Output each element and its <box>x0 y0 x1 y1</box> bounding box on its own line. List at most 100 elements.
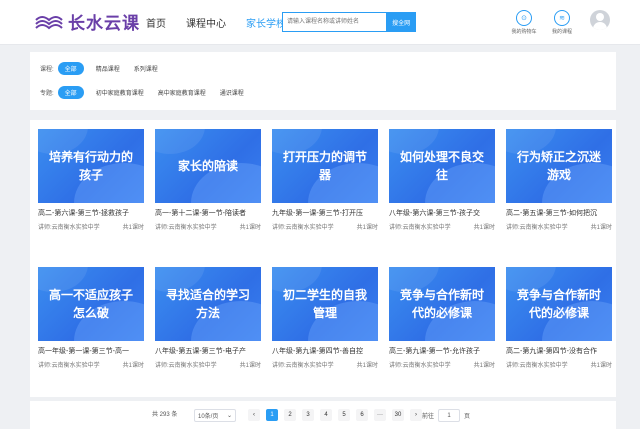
course-card[interactable]: 高一不适应孩子怎么破 高一年级-第一课-第三节-高一 讲师:云南衡水实验中学 共1… <box>38 267 144 369</box>
course-filter-premium[interactable]: 精品课程 <box>96 64 120 73</box>
course-hours: 共1课时 <box>122 363 144 369</box>
course-filter-all[interactable]: 全部 <box>57 62 84 75</box>
course-hours: 共1课时 <box>473 225 495 231</box>
course-card[interactable]: 如何处理不良交往 八年级-第六课-第三节-孩子交 讲师:云南衡水实验中学 共1课时 <box>389 129 495 231</box>
course-teacher: 讲师:云南衡水实验中学 <box>155 363 217 369</box>
cart-label: 我的购物车 <box>511 29 537 35</box>
course-card[interactable]: 初二学生的自我管理 八年级-第九课-第四节-善自控 讲师:云南衡水实验中学 共1课… <box>272 267 378 369</box>
page-size-value: 10条/页 <box>198 414 219 420</box>
goto-page: 前往 1 页 <box>422 409 470 422</box>
course-thumbnail: 如何处理不良交往 <box>389 129 495 203</box>
course-teacher: 讲师:云南衡水实验中学 <box>389 225 451 231</box>
course-card[interactable]: 竞争与合作新时代的必修课 高二-第九课-第四节-没有合作 讲师:云南衡水实验中学… <box>506 267 612 369</box>
course-hours: 共1课时 <box>356 363 378 369</box>
page-button-1[interactable]: 1 <box>266 409 278 421</box>
course-teacher: 讲师:云南衡水实验中学 <box>506 363 568 369</box>
course-thumbnail: 竞争与合作新时代的必修课 <box>389 267 495 341</box>
course-name: 高二-第五课-第三节-如何把沉 <box>506 210 597 217</box>
course-card[interactable]: 寻找适合的学习方法 八年级-第五课-第三节-电子产 讲师:云南衡水实验中学 共1课… <box>155 267 261 369</box>
page-unit-label: 页 <box>464 414 471 420</box>
search-button[interactable]: 搜全网 <box>386 12 416 32</box>
goto-label: 前往 <box>422 414 435 420</box>
course-teacher: 讲师:云南衡水实验中学 <box>506 225 568 231</box>
page-size-select-wrap: 10条/页 ⌄ <box>194 409 236 422</box>
search-bar: 搜全网 <box>282 12 416 32</box>
course-thumbnail: 行为矫正之沉迷游戏 <box>506 129 612 203</box>
course-hours: 共1课时 <box>473 363 495 369</box>
prev-page-button[interactable]: ‹ <box>248 409 260 421</box>
course-name: 高二-第九课-第四节-没有合作 <box>506 348 597 355</box>
course-thumbnail: 竞争与合作新时代的必修课 <box>506 267 612 341</box>
course-filter-row: 课程: 全部 精品课程 系列课程 <box>40 62 172 75</box>
course-hours: 共1课时 <box>590 363 612 369</box>
my-courses-label: 我的课程 <box>551 29 572 35</box>
course-grid: 培养有行动力的孩子 高二-第六课-第三节-拯救孩子 讲师:云南衡水实验中学共1课… <box>30 120 616 397</box>
nav-course-center[interactable]: 课程中心 <box>186 15 226 30</box>
book-logo-icon <box>35 16 63 30</box>
topic-filter-row: 专题: 全部 初中家庭教育课程 高中家庭教育课程 通识课程 <box>40 86 258 99</box>
goto-page-input[interactable]: 1 <box>438 409 461 422</box>
topic-filter-junior[interactable]: 初中家庭教育课程 <box>96 88 144 97</box>
course-teacher: 讲师:云南衡水实验中学 <box>38 225 100 231</box>
course-card[interactable]: 竞争与合作新时代的必修课 高三-第九课-第一节-允许孩子 讲师:云南衡水实验中学… <box>389 267 495 369</box>
course-card[interactable]: 打开压力的调节器 九年级-第一课-第三节-打开压 讲师:云南衡水实验中学 共1课时 <box>272 129 378 231</box>
course-hours: 共1课时 <box>239 363 261 369</box>
course-hours: 共1课时 <box>239 225 261 231</box>
filter-panel: 课程: 全部 精品课程 系列课程 专题: 全部 初中家庭教育课程 高中家庭教育课… <box>30 52 616 110</box>
page-button-2[interactable]: 2 <box>284 409 296 421</box>
course-name: 高二-第六课-第三节-拯救孩子 <box>38 210 129 217</box>
cart-link[interactable]: ⊙ 我的购物车 <box>510 10 538 35</box>
page-button-4[interactable]: 4 <box>320 409 332 421</box>
logo-text: 长水云课 <box>68 13 140 33</box>
course-thumbnail: 初二学生的自我管理 <box>272 267 378 341</box>
topic-filter-general[interactable]: 通识课程 <box>220 88 244 97</box>
page-button-30[interactable]: 30 <box>392 409 404 421</box>
avatar[interactable] <box>590 10 610 30</box>
top-header: 长水云课 首页 课程中心 家长学校 搜全网 ⊙ 我的购物车 ≋ 我的课程 <box>0 0 640 45</box>
course-teacher: 讲师:云南衡水实验中学 <box>38 363 100 369</box>
course-name: 高一年级-第一课-第三节-高一 <box>38 348 129 355</box>
course-name: 八年级-第六课-第三节-孩子交 <box>389 210 480 217</box>
course-thumbnail: 寻找适合的学习方法 <box>155 267 261 341</box>
page-button-3[interactable]: 3 <box>302 409 314 421</box>
course-name: 九年级-第一课-第三节-打开压 <box>272 210 363 217</box>
nav-parent-school[interactable]: 家长学校 <box>246 15 286 30</box>
course-hours: 共1课时 <box>122 225 144 231</box>
next-page-button[interactable]: › <box>410 409 422 421</box>
my-courses-link[interactable]: ≋ 我的课程 <box>548 10 576 35</box>
course-hours: 共1课时 <box>356 225 378 231</box>
course-filter-series[interactable]: 系列课程 <box>134 64 158 73</box>
chevron-down-icon: ⌄ <box>226 413 232 419</box>
topic-filter-senior[interactable]: 高中家庭教育课程 <box>158 88 206 97</box>
page-ellipsis[interactable]: ··· <box>374 409 386 421</box>
pagination-total: 共 293 条 <box>152 412 178 418</box>
course-thumbnail: 家长的陪读 <box>155 129 261 203</box>
course-card[interactable]: 培养有行动力的孩子 高二-第六课-第三节-拯救孩子 讲师:云南衡水实验中学 共1课… <box>38 129 144 231</box>
course-teacher: 讲师:云南衡水实验中学 <box>155 225 217 231</box>
course-filter-label: 课程: <box>40 67 54 73</box>
topic-filter-label: 专题: <box>40 91 54 97</box>
logo[interactable]: 长水云课 <box>34 9 140 33</box>
page-size-select[interactable]: 10条/页 ⌄ <box>194 409 236 422</box>
course-name: 高三-第九课-第一节-允许孩子 <box>389 348 480 355</box>
pagination: 共 293 条 10条/页 ⌄ ‹ 1 2 3 4 5 6 ··· 30 › 前… <box>30 401 616 429</box>
page-button-5[interactable]: 5 <box>338 409 350 421</box>
course-name: 八年级-第五课-第三节-电子产 <box>155 348 246 355</box>
course-name: 八年级-第九课-第四节-善自控 <box>272 348 363 355</box>
layers-icon: ≋ <box>554 10 570 26</box>
nav-home[interactable]: 首页 <box>146 15 166 30</box>
course-teacher: 讲师:云南衡水实验中学 <box>272 363 334 369</box>
page-button-6[interactable]: 6 <box>356 409 368 421</box>
course-card[interactable]: 行为矫正之沉迷游戏 高二-第五课-第三节-如何把沉 讲师:云南衡水实验中学 共1课… <box>506 129 612 231</box>
topic-filter-all[interactable]: 全部 <box>57 86 84 99</box>
search-input[interactable] <box>282 12 387 32</box>
course-name: 高一-第十二课-第一节-陪读者 <box>155 210 246 217</box>
course-card[interactable]: 家长的陪读 高一-第十二课-第一节-陪读者 讲师:云南衡水实验中学 共1课时 <box>155 129 261 231</box>
page-buttons: ‹ 1 2 3 4 5 6 ··· 30 › <box>248 409 428 421</box>
course-thumbnail: 培养有行动力的孩子 <box>38 129 144 203</box>
course-teacher: 讲师:云南衡水实验中学 <box>272 225 334 231</box>
cart-icon: ⊙ <box>516 10 532 26</box>
course-teacher: 讲师:云南衡水实验中学 <box>389 363 451 369</box>
course-thumbnail: 高一不适应孩子怎么破 <box>38 267 144 341</box>
course-thumbnail: 打开压力的调节器 <box>272 129 378 203</box>
